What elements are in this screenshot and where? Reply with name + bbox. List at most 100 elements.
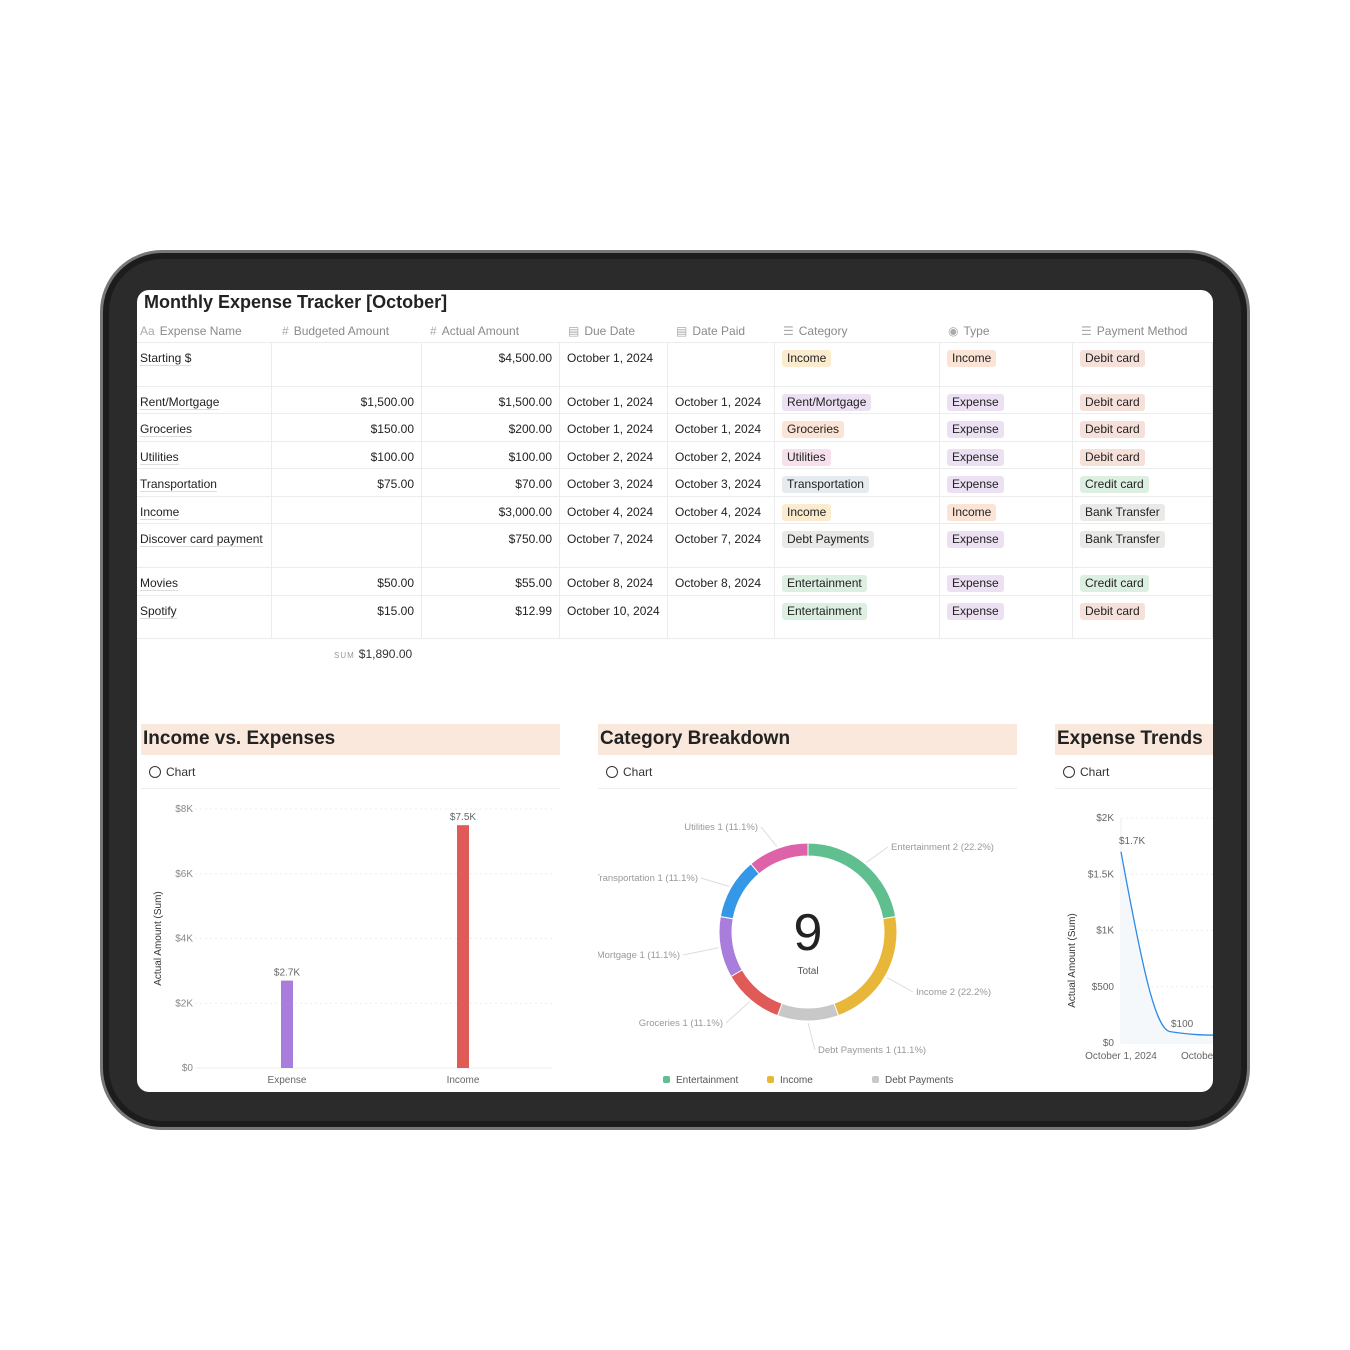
cell-category[interactable]: Income [775,343,940,386]
cell-due[interactable]: October 4, 2024 [560,497,668,523]
cell-budget[interactable]: $150.00 [272,414,422,441]
table-row[interactable]: Discover card payment $750.00 October 7, 2… [137,524,1213,568]
cell-actual[interactable]: $4,500.00 [422,343,560,386]
cell-method[interactable]: Credit card [1073,469,1213,496]
expense-trends-panel: Expense Trends Chart $0 $500 $1K $1.5K $2K Ac… [1055,724,1213,1092]
cell-type[interactable]: Expense [940,414,1073,441]
cell-category[interactable]: Utilities [775,442,940,468]
cell-name[interactable]: Groceries [137,414,272,441]
cell-name[interactable]: Discover card payment [137,524,272,567]
table-row[interactable]: Movies $50.00 $55.00 October 8, 2024 October… [137,568,1213,596]
cell-due[interactable]: October 3, 2024 [560,469,668,496]
cell-name[interactable]: Movies [137,568,272,595]
cell-category[interactable]: Rent/Mortgage [775,387,940,413]
table-row[interactable]: Utilities $100.00 $100.00 October 2, 2024 Oc… [137,442,1213,469]
column-header[interactable]: ☰ Category [775,318,940,342]
cell-method[interactable]: Debit card [1073,442,1213,468]
cell-due[interactable]: October 1, 2024 [560,387,668,413]
cell-budget[interactable]: $15.00 [272,596,422,638]
table-row[interactable]: Starting $ $4,500.00 October 1, 2024 Income… [137,343,1213,387]
y-axis-label: Actual Amount (Sum) [153,891,164,985]
cell-category[interactable]: Income [775,497,940,523]
table-row[interactable]: Spotify $15.00 $12.99 October 10, 2024 Enter… [137,596,1213,639]
cell-method[interactable]: Debit card [1073,414,1213,441]
cell-paid[interactable]: October 1, 2024 [668,387,775,413]
cell-budget[interactable]: $50.00 [272,568,422,595]
category-tag: Utilities [782,449,831,466]
type-tag: Income [947,504,997,521]
cell-category[interactable]: Debt Payments [775,524,940,567]
cell-category[interactable]: Entertainment [775,596,940,638]
cell-method[interactable]: Credit card [1073,568,1213,595]
cell-method[interactable]: Bank Transfer [1073,497,1213,523]
cell-budget[interactable] [272,497,422,523]
table-row[interactable]: Income $3,000.00 October 4, 2024 October 4,… [137,497,1213,524]
x-tick-label: October [1181,1051,1213,1062]
cell-paid[interactable]: October 3, 2024 [668,469,775,496]
cell-name[interactable]: Utilities [137,442,272,468]
cell-type[interactable]: Expense [940,568,1073,595]
cell-budget[interactable] [272,343,422,386]
cell-paid[interactable]: October 4, 2024 [668,497,775,523]
table-row[interactable]: Transportation $75.00 $70.00 October 3, 202… [137,469,1213,497]
cell-method[interactable]: Debit card [1073,596,1213,638]
cell-category[interactable]: Groceries [775,414,940,441]
cell-name[interactable]: Rent/Mortgage [137,387,272,413]
cell-paid[interactable] [668,343,775,386]
cell-category[interactable]: Entertainment [775,568,940,595]
cell-name[interactable]: Spotify [137,596,272,638]
cell-paid[interactable] [668,596,775,638]
cell-budget[interactable]: $1,500.00 [272,387,422,413]
cell-category[interactable]: Transportation [775,469,940,496]
cell-method[interactable]: Debit card [1073,387,1213,413]
chart-tab[interactable]: Chart [141,755,560,789]
cell-type[interactable]: Expense [940,442,1073,468]
cell-actual[interactable]: $70.00 [422,469,560,496]
column-header[interactable]: Aa Expense Name [137,318,272,342]
cell-paid[interactable]: October 1, 2024 [668,414,775,441]
cell-budget[interactable] [272,524,422,567]
cell-type[interactable]: Expense [940,469,1073,496]
cell-name[interactable]: Starting $ [137,343,272,386]
cell-budget[interactable]: $100.00 [272,442,422,468]
cell-type[interactable]: Income [940,343,1073,386]
due-text: October 2, 2024 [567,450,654,464]
cell-actual[interactable]: $200.00 [422,414,560,441]
cell-due[interactable]: October 7, 2024 [560,524,668,567]
column-header[interactable]: # Actual Amount [422,318,560,342]
cell-paid[interactable]: October 8, 2024 [668,568,775,595]
cell-type[interactable]: Expense [940,596,1073,638]
cell-type[interactable]: Expense [940,387,1073,413]
screen: Monthly Expense Tracker [October] Aa Expe… [137,290,1213,1092]
cell-name[interactable]: Income [137,497,272,523]
table-row[interactable]: Groceries $150.00 $200.00 October 1, 2024 Oc… [137,414,1213,442]
table-row[interactable]: Rent/Mortgage $1,500.00 $1,500.00 October 1… [137,387,1213,414]
column-header[interactable]: ▤ Due Date [560,318,668,342]
cell-method[interactable]: Bank Transfer [1073,524,1213,567]
cell-type[interactable]: Expense [940,524,1073,567]
cell-due[interactable]: October 8, 2024 [560,568,668,595]
cell-due[interactable]: October 2, 2024 [560,442,668,468]
cell-actual[interactable]: $55.00 [422,568,560,595]
cell-name[interactable]: Transportation [137,469,272,496]
cell-due[interactable]: October 1, 2024 [560,343,668,386]
cell-paid[interactable]: October 7, 2024 [668,524,775,567]
cell-actual[interactable]: $3,000.00 [422,497,560,523]
chart-tab[interactable]: Chart [1055,755,1213,789]
cell-paid[interactable]: October 2, 2024 [668,442,775,468]
column-header[interactable]: ▤ Date Paid [668,318,775,342]
cell-actual[interactable]: $1,500.00 [422,387,560,413]
cell-due[interactable]: October 1, 2024 [560,414,668,441]
cell-actual[interactable]: $100.00 [422,442,560,468]
column-header[interactable]: ☰ Payment Method [1073,318,1213,342]
column-header[interactable]: # Budgeted Amount [272,318,422,342]
cell-due[interactable]: October 10, 2024 [560,596,668,638]
sum-value: $1,890.00 [358,647,413,661]
column-header[interactable]: ◉ Type [940,318,1073,342]
cell-method[interactable]: Debit card [1073,343,1213,386]
chart-tab[interactable]: Chart [598,755,1017,789]
cell-actual[interactable]: $750.00 [422,524,560,567]
cell-budget[interactable]: $75.00 [272,469,422,496]
cell-actual[interactable]: $12.99 [422,596,560,638]
cell-type[interactable]: Income [940,497,1073,523]
